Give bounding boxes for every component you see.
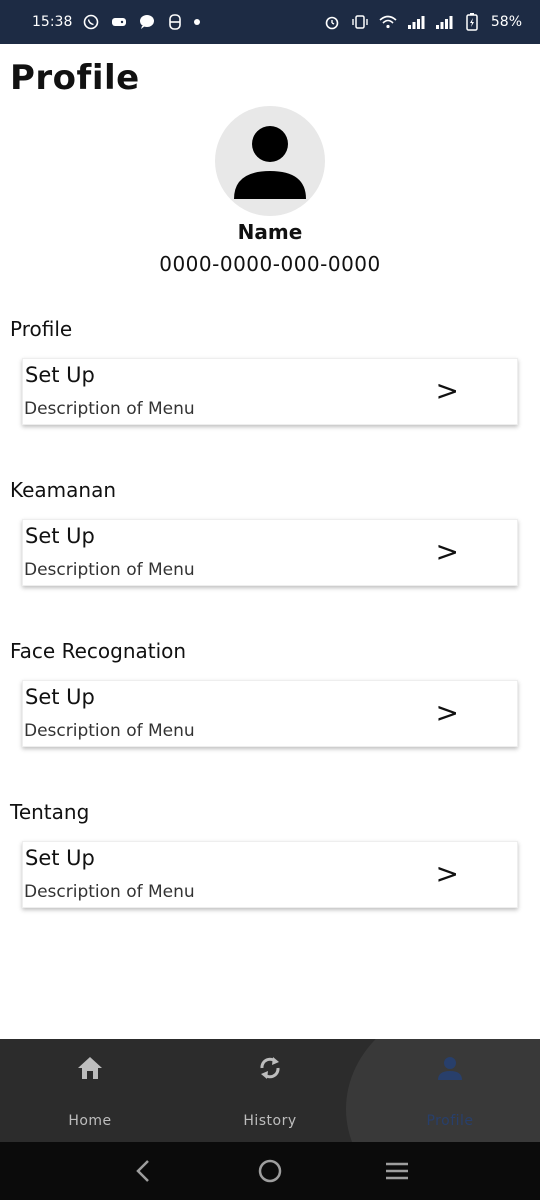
card-description: Description of Menu — [24, 882, 195, 902]
bottom-nav: Home History Profile — [0, 1039, 540, 1142]
section-title-tentang: Tentang — [10, 800, 90, 824]
home-button-icon[interactable] — [250, 1151, 290, 1191]
card-title: Set Up — [25, 524, 95, 548]
recents-menu-icon[interactable] — [377, 1151, 417, 1191]
card-title: Set Up — [25, 363, 95, 387]
avatar[interactable] — [215, 106, 325, 216]
battery-icon — [463, 13, 481, 31]
notification-dot-icon — [194, 19, 201, 25]
whatsapp-icon — [82, 13, 100, 31]
page-title: Profile — [10, 58, 140, 98]
section-title-keamanan: Keamanan — [10, 478, 117, 502]
user-name: Name — [237, 220, 303, 244]
chat-icon — [138, 13, 156, 31]
wifi-icon — [379, 13, 397, 31]
keamanan-setup-card[interactable]: Set Up Description of Menu > — [22, 519, 518, 586]
profile-setup-card[interactable]: Set Up Description of Menu > — [22, 358, 518, 425]
nav-item-history[interactable]: History — [180, 1039, 360, 1142]
nav-label-history: History — [243, 1113, 297, 1129]
chevron-right-icon: > — [435, 857, 459, 890]
vibrate-icon — [351, 13, 369, 31]
card-title: Set Up — [25, 846, 95, 870]
system-nav-bar — [0, 1142, 540, 1200]
refresh-icon — [255, 1053, 285, 1083]
person-icon — [234, 126, 306, 199]
status-bar: 15:38 58% — [0, 0, 540, 44]
chevron-right-icon: > — [435, 696, 459, 729]
section-title-profile: Profile — [10, 317, 73, 341]
card-description: Description of Menu — [24, 560, 195, 580]
chevron-right-icon: > — [435, 535, 459, 568]
game-icon — [110, 13, 128, 31]
status-time: 15:38 — [32, 14, 73, 30]
face-recognation-setup-card[interactable]: Set Up Description of Menu > — [22, 680, 518, 747]
signal-icon-2 — [435, 13, 453, 31]
section-title-face-recognation: Face Recognation — [10, 639, 187, 663]
tentang-setup-card[interactable]: Set Up Description of Menu > — [22, 841, 518, 908]
back-icon[interactable] — [123, 1151, 163, 1191]
card-description: Description of Menu — [24, 721, 195, 741]
status-right: 58% — [323, 13, 522, 31]
status-left: 15:38 — [32, 13, 201, 31]
battery-percent: 58% — [490, 14, 522, 30]
nav-label-profile: Profile — [426, 1113, 474, 1129]
nav-item-home[interactable]: Home — [0, 1039, 180, 1142]
signal-icon — [407, 13, 425, 31]
app-icon — [166, 13, 184, 31]
nav-item-profile[interactable]: Profile — [360, 1039, 540, 1142]
user-phone: 0000-0000-000-0000 — [159, 252, 381, 276]
home-icon — [75, 1053, 105, 1083]
chevron-right-icon: > — [435, 374, 459, 407]
card-description: Description of Menu — [24, 399, 195, 419]
card-title: Set Up — [25, 685, 95, 709]
person-icon — [435, 1053, 465, 1083]
nav-label-home: Home — [68, 1113, 112, 1129]
alarm-icon — [323, 13, 341, 31]
